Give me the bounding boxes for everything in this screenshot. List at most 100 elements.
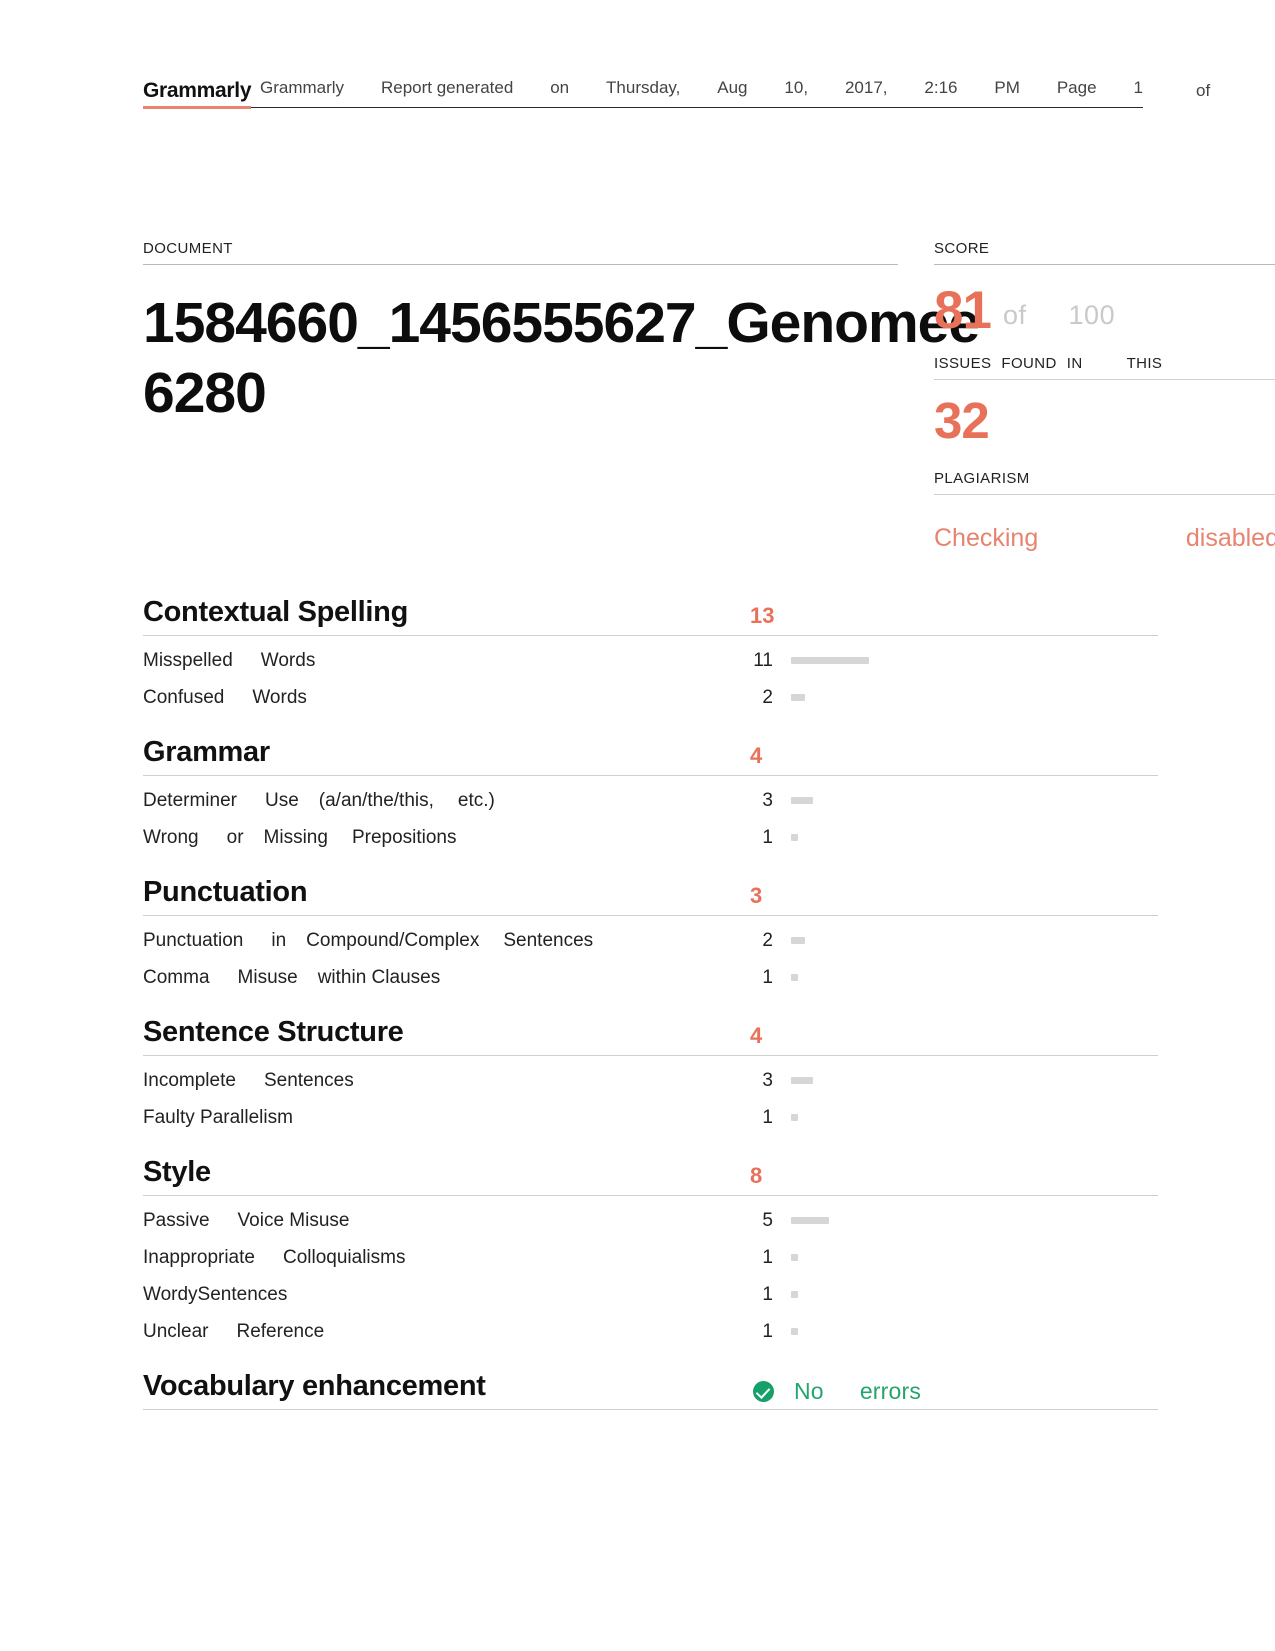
issue-row-label: Faulty Parallelism: [143, 1099, 293, 1136]
category-name: Grammar: [143, 736, 270, 768]
issue-category: Vocabulary enhancement No errors: [143, 1370, 1158, 1410]
issue-row-label-part: Incomplete: [143, 1070, 236, 1091]
header-brand: Grammarly: [260, 78, 345, 97]
issue-row-count: 3: [762, 790, 773, 811]
category-rows: Incomplete Sentences 3 Faulty Parallelism 1: [143, 1062, 1158, 1136]
report-meta-line: Grammarly Report generated on Thursday, …: [143, 78, 1143, 108]
issue-row-label-part: Punctuation: [143, 930, 244, 951]
issue-row-bar: [791, 1291, 798, 1298]
issue-row: WordySentences 1: [143, 1276, 1158, 1313]
issue-row-count: 1: [762, 1321, 773, 1342]
issue-row-label-part: Wrong: [143, 827, 199, 848]
issue-row: Wrong or Missing Prepositions 1: [143, 819, 1158, 856]
issue-row-count: 3: [762, 1070, 773, 1091]
issue-category: Punctuation 3 Punctuation in Compound/Comple…: [143, 876, 1158, 996]
issue-row: Determiner Use (a/an/the/this, etc.) 3: [143, 782, 1158, 819]
issue-row-label-part: Voice Misuse: [237, 1210, 350, 1231]
category-header: Sentence Structure 4: [143, 1016, 1158, 1056]
issue-row-bar: [791, 1077, 813, 1084]
issue-row-label-part: WordySentences: [143, 1284, 288, 1305]
issue-row: Misspelled Words 11: [143, 642, 1158, 679]
issue-row: Punctuation in Compound/Complex Sentences 2: [143, 922, 1158, 959]
header-page-number: 1: [1133, 78, 1143, 97]
grammarly-logo: Grammarly: [143, 78, 252, 109]
category-header: Style 8: [143, 1156, 1158, 1196]
issue-row-count: 1: [762, 1107, 773, 1128]
plagiarism-status-word-2: disabled: [1185, 524, 1275, 552]
issue-row-label-part: in: [271, 930, 287, 951]
category-name: Vocabulary enhancement: [143, 1370, 486, 1402]
issues-label-word-4: THIS: [1126, 355, 1163, 372]
issue-row: Faulty Parallelism 1: [143, 1099, 1158, 1136]
issue-row-label-part: Sentences: [503, 930, 594, 951]
issue-row-count: 1: [762, 967, 773, 988]
header-page-word: Page: [1056, 78, 1097, 97]
issue-row-label-part: Prepositions: [351, 827, 457, 848]
issue-row-label-part: Missing: [263, 827, 328, 848]
issue-row-label-part: Confused: [143, 687, 225, 708]
issue-row-label-part: Unclear: [143, 1321, 209, 1342]
issue-category: Grammar 4 Determiner Use (a/an/the/this, etc.…: [143, 736, 1158, 856]
issue-row-count: 2: [762, 687, 773, 708]
document-title-line-1: 1584660_1456555627_Genomee: [143, 291, 980, 355]
issue-row-label-part: Reference: [236, 1321, 325, 1342]
plagiarism-status: Checking disabled: [934, 524, 1275, 553]
issue-row-label-part: Sentences: [263, 1070, 354, 1091]
issue-category: Sentence Structure 4 Incomplete Sentences 3 F…: [143, 1016, 1158, 1136]
issue-row-label-part: Words: [252, 687, 307, 708]
issue-row-label: Passive Voice Misuse: [143, 1202, 349, 1239]
category-rows: Determiner Use (a/an/the/this, etc.) 3 Wrong o…: [143, 782, 1158, 856]
issue-row-label: WordySentences: [143, 1276, 287, 1313]
issue-row-count: 5: [762, 1210, 773, 1231]
issue-row-label-part: within Clauses: [317, 967, 441, 988]
issue-row-label-part: (a/an/the/this,: [318, 790, 434, 811]
category-issue-count: 13: [750, 603, 775, 628]
issues-label-word-3: IN: [1066, 355, 1083, 372]
no-errors-word-2: errors: [859, 1378, 922, 1404]
score-out-of: of 100: [1003, 300, 1115, 331]
category-header: Grammar 4: [143, 736, 1158, 776]
issue-row-bar: [791, 1217, 829, 1224]
document-section-label: DOCUMENT: [143, 240, 898, 265]
issue-row-label: Misspelled Words: [143, 642, 315, 679]
issue-category: Style 8 Passive Voice Misuse 5 Inappropriate C…: [143, 1156, 1158, 1350]
no-errors-text: No errors: [794, 1378, 921, 1405]
issue-row-count: 11: [753, 650, 773, 671]
category-header: Vocabulary enhancement No errors: [143, 1370, 1158, 1410]
issue-row-bar: [791, 694, 805, 701]
plagiarism-status-word-1: Checking: [934, 524, 1039, 552]
category-header: Contextual Spelling 13: [143, 596, 1158, 636]
issue-row-bar: [791, 974, 798, 981]
header-report-text: Report generated: [380, 78, 514, 97]
plagiarism-label: PLAGIARISM: [934, 470, 1275, 495]
header-month: Aug: [717, 78, 748, 97]
issue-row-label: Incomplete Sentences: [143, 1062, 354, 1099]
score-value: 81: [934, 281, 992, 340]
category-name: Sentence Structure: [143, 1016, 404, 1048]
issue-row-label: Determiner Use (a/an/the/this, etc.): [143, 782, 495, 819]
score-max: 100: [1068, 300, 1116, 330]
issue-row-bar: [791, 834, 798, 841]
header-weekday: Thursday,: [606, 78, 681, 97]
score-of-word: of: [1003, 300, 1027, 330]
issue-row-count: 1: [762, 827, 773, 848]
issues-label-word-1: ISSUES: [934, 355, 992, 372]
issue-row-label: Inappropriate Colloquialisms: [143, 1239, 405, 1276]
issue-row-label-part: Compound/Complex: [306, 930, 480, 951]
issue-row-count: 1: [762, 1284, 773, 1305]
issue-row: Comma Misuse within Clauses 1: [143, 959, 1158, 996]
issue-row: Inappropriate Colloquialisms 1: [143, 1239, 1158, 1276]
issue-row-label-part: Misspelled: [143, 650, 233, 671]
no-errors-status: No errors: [753, 1378, 921, 1405]
issue-row-bar: [791, 657, 869, 664]
issue-row-label-part: Inappropriate: [143, 1247, 255, 1268]
category-rows: Misspelled Words 11 Confused Words 2: [143, 642, 1158, 716]
issue-row-label-part: Comma: [143, 967, 210, 988]
issue-row: Unclear Reference 1: [143, 1313, 1158, 1350]
header-of-word: of: [1196, 81, 1211, 100]
issue-row-label-part: or: [226, 827, 244, 848]
header-day: 10,: [784, 78, 809, 97]
issue-row-count: 2: [762, 930, 773, 951]
issue-row: Confused Words 2: [143, 679, 1158, 716]
issues-label-word-2: FOUND: [1001, 355, 1057, 372]
